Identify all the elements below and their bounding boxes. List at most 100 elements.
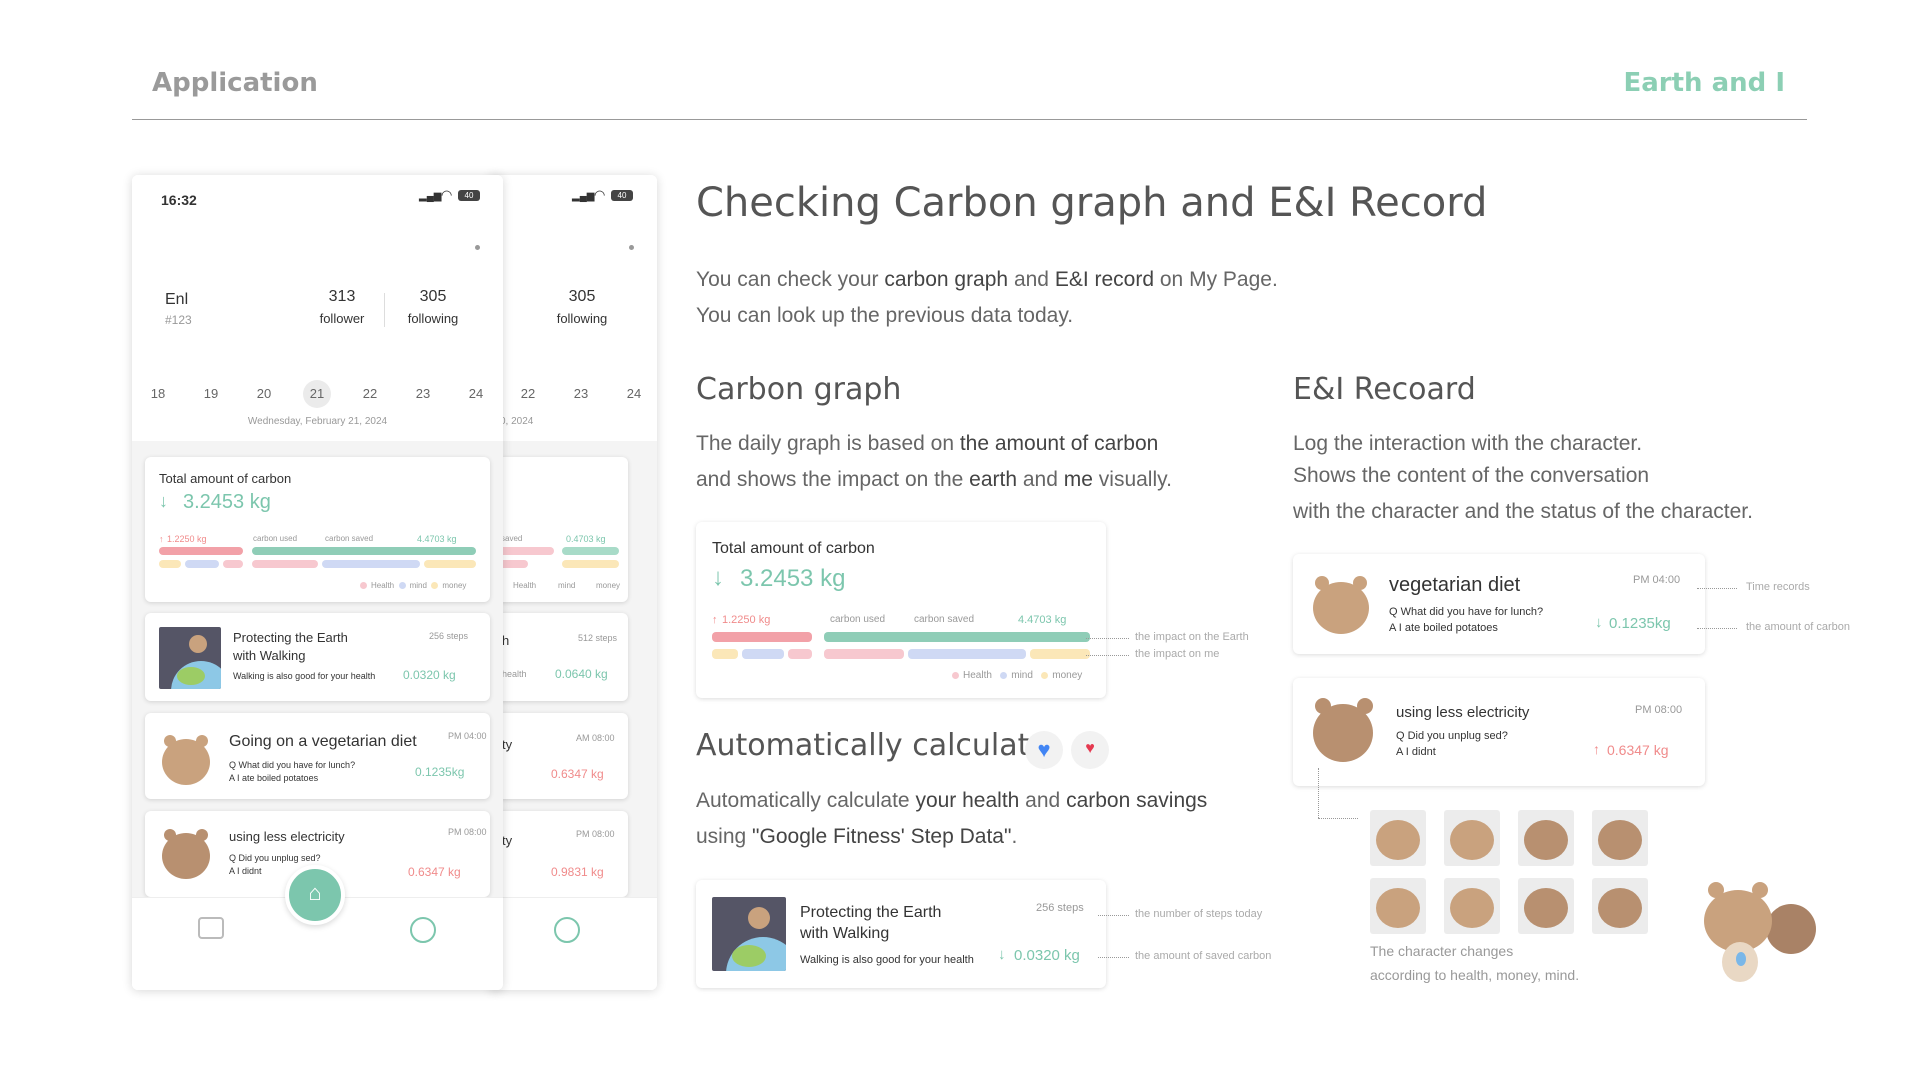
earth-illustration [712, 897, 786, 971]
annotation-line [1098, 957, 1129, 958]
character-variant [1370, 810, 1426, 866]
c4-card[interactable]: ty PM 08:00 0.9831 kg [498, 811, 628, 897]
carbon-used-label: carbon used [253, 534, 298, 543]
intro-line-1: You can check your carbon graph and E&I … [696, 268, 1278, 291]
veg-a: A I ate boiled potatoes [229, 773, 319, 783]
veg-card[interactable]: Going on a vegetarian diet PM 04:00 Q Wh… [145, 713, 490, 799]
squirrel-avatar [1309, 574, 1373, 638]
veg-record-card: vegetarian diet PM 04:00 Q What did you … [1293, 554, 1705, 654]
arrow-down-icon: ↓ [998, 946, 1006, 963]
back-phone: ▂▄▆ ◠ 40 er 305 following 22 23 24 0, 20… [490, 175, 657, 990]
day-24[interactable]: 24 [620, 386, 648, 401]
day-22[interactable]: 22 [514, 386, 542, 401]
wifi-icon: ◠ [441, 187, 453, 202]
veg-amount: 0.1235kg [415, 765, 465, 779]
c3-time: AM 08:00 [576, 733, 615, 743]
walk-sub: Walking is also good for your health [800, 954, 974, 966]
walk-card[interactable]: Protecting the Earth with Walking Walkin… [145, 613, 490, 701]
annotation-me: the impact on me [1135, 648, 1220, 660]
page-dot [629, 245, 634, 250]
carbon-total: 3.2453 kg [183, 491, 271, 513]
battery-icon: 40 [458, 190, 480, 201]
section-label: Application [152, 68, 318, 98]
walk-amount: 0.0320 kg [1014, 947, 1080, 964]
character-variant [1444, 810, 1500, 866]
veg-title: Going on a vegetarian diet [229, 733, 417, 750]
c4-title-fragment: ty [502, 833, 513, 848]
home-button[interactable]: ⌂ [285, 865, 345, 925]
annotation-line [1086, 655, 1129, 656]
elec-q: Q Did you unplug sed? [229, 853, 321, 863]
annotation-line [1318, 768, 1319, 818]
earth-illustration [159, 627, 221, 689]
day-18[interactable]: 18 [144, 386, 172, 401]
carbon-card-title: Total amount of carbon [159, 471, 292, 486]
carbon-card-large: Total amount of carbon ↓ 3.2453 kg ↑ 1.2… [696, 522, 1106, 698]
c3-title-fragment: ty [502, 737, 513, 752]
follower-count[interactable]: 313 [312, 288, 372, 306]
c4-time: PM 08:00 [576, 829, 615, 839]
following-label[interactable]: following [398, 311, 468, 326]
legend: Health mind money [360, 581, 466, 590]
c3-card[interactable]: ty AM 08:00 0.6347 kg [498, 713, 628, 799]
character-caption-1: The character changes [1370, 943, 1514, 959]
day-23[interactable]: 23 [409, 386, 437, 401]
walk-title: Protecting the Earth with Walking [800, 904, 942, 942]
auto-desc-1: Automatically calculate your health and … [696, 789, 1208, 812]
annotation-line [1318, 818, 1358, 819]
arrow-up-icon: ↑ [1593, 741, 1600, 757]
phone-mockup: 16:32 ▂▄▆ ◠ 40 Enl #123 313 follower 305… [132, 175, 503, 990]
squirrel-mascot [1700, 880, 1822, 990]
c3-amount: 0.6347 kg [551, 767, 604, 781]
profile-nav-icon[interactable] [410, 917, 436, 943]
day-20[interactable]: 20 [250, 386, 278, 401]
record-desc-2: Shows the content of the conversation [1293, 464, 1650, 487]
walk-card[interactable]: h health 512 steps 0.0640 kg [498, 613, 628, 701]
intro-line-2: You can look up the previous data today. [696, 304, 1074, 327]
elec-time: PM 08:00 [448, 827, 487, 837]
walk-steps: 512 steps [578, 633, 618, 643]
carbon-card-title: Total amount of carbon [712, 540, 875, 557]
walk-sub-fragment: health [502, 669, 527, 679]
annotation-line [1098, 915, 1129, 916]
walk-card-large: Protecting the Earth with Walking Walkin… [696, 880, 1106, 988]
wifi-icon: ◠ [594, 187, 606, 202]
profile-nav-icon[interactable] [554, 917, 580, 943]
signal-icon: ▂▄▆ [419, 191, 442, 202]
carbon-total: 3.2453 kg [740, 565, 846, 592]
profile-id: #123 [165, 313, 192, 327]
character-grid [1370, 810, 1656, 934]
walk-steps: 256 steps [429, 631, 469, 641]
veg-q: Q What did you have for lunch? [229, 760, 356, 770]
saved-bar [824, 632, 1090, 642]
app-name: Earth and I [1623, 68, 1785, 98]
day-22[interactable]: 22 [356, 386, 384, 401]
day-19[interactable]: 19 [197, 386, 225, 401]
carbon-saved-label: carbon saved [914, 614, 975, 625]
used-bar [159, 547, 243, 555]
legend-mind: mind [558, 581, 576, 590]
elec-title: using less electricity [1396, 704, 1530, 721]
squirrel-avatar [158, 733, 214, 789]
follower-label[interactable]: follower [307, 311, 377, 326]
gallery-nav-icon[interactable] [198, 917, 224, 939]
carbon-used: 1.2250 kg [722, 614, 771, 626]
carbon-card[interactable]: Total amount of carbon ↓ 3.2453 kg ↑ 1.2… [145, 457, 490, 602]
day-24[interactable]: 24 [462, 386, 490, 401]
elec-time: PM 08:00 [1635, 704, 1683, 716]
elec-a: A I didnt [229, 866, 262, 876]
arrow-down-icon: ↓ [712, 564, 724, 591]
arrow-up-icon: ↑ [159, 534, 164, 544]
character-variant [1592, 810, 1648, 866]
day-21[interactable]: 21 [303, 386, 331, 401]
record-title: E&I Recoard [1293, 372, 1476, 407]
character-variant [1518, 810, 1574, 866]
day-23[interactable]: 23 [567, 386, 595, 401]
health-icon: ♥ [1071, 731, 1109, 769]
carbon-card[interactable]: saved 0.4703 kg Health mind money [498, 457, 628, 602]
signal-icon: ▂▄▆ [572, 191, 595, 202]
following-count[interactable]: 305 [403, 288, 463, 306]
legend-money: money [596, 581, 621, 590]
veg-amount: 0.1235kg [1609, 615, 1671, 632]
walk-steps: 256 steps [1036, 902, 1084, 914]
